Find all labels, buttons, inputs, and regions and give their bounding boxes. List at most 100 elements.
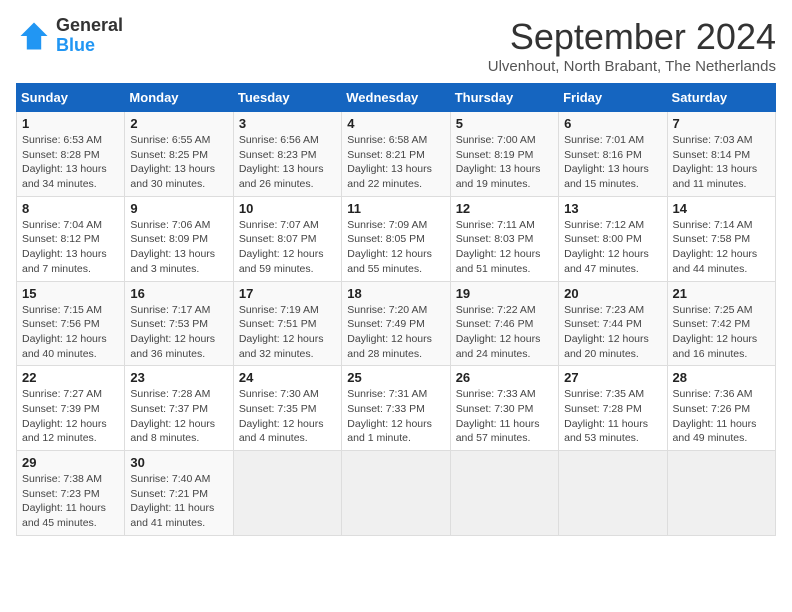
logo-text: General Blue [56, 16, 123, 56]
calendar-day-cell: 8 Sunrise: 7:04 AM Sunset: 8:12 PM Daylig… [17, 196, 125, 281]
calendar-day-cell: 13 Sunrise: 7:12 AM Sunset: 8:00 PM Dayli… [559, 196, 667, 281]
calendar-week-row: 8 Sunrise: 7:04 AM Sunset: 8:12 PM Daylig… [17, 196, 776, 281]
day-number: 27 [564, 370, 661, 385]
calendar-day-cell [667, 451, 775, 536]
calendar-day-cell: 28Sunrise: 7:36 AM Sunset: 7:26 PM Dayli… [667, 366, 775, 451]
day-number: 22 [22, 370, 119, 385]
calendar-day-cell: 9Sunrise: 7:06 AM Sunset: 8:09 PM Daylig… [125, 196, 233, 281]
day-number: 29 [22, 455, 119, 470]
calendar-day-cell: 12 Sunrise: 7:11 AM Sunset: 8:03 PM Dayli… [450, 196, 558, 281]
day-number: 14 [673, 201, 770, 216]
calendar-day-cell: 29 Sunrise: 7:38 AM Sunset: 7:23 PM Dayli… [17, 451, 125, 536]
day-number: 4 [347, 116, 444, 131]
day-info: Sunrise: 7:40 AM Sunset: 7:21 PM Dayligh… [130, 472, 227, 531]
day-info: Sunrise: 7:30 AM Sunset: 7:35 PM Dayligh… [239, 387, 336, 446]
day-of-week-header: Monday [125, 84, 233, 112]
day-number: 17 [239, 286, 336, 301]
day-info: Sunrise: 7:27 AM Sunset: 7:39 PM Dayligh… [22, 387, 119, 446]
calendar-day-cell: 14Sunrise: 7:14 AM Sunset: 7:58 PM Dayli… [667, 196, 775, 281]
calendar-day-cell: 27 Sunrise: 7:35 AM Sunset: 7:28 PM Dayli… [559, 366, 667, 451]
calendar-day-cell: 18 Sunrise: 7:20 AM Sunset: 7:49 PM Dayli… [342, 281, 450, 366]
day-info: Sunrise: 7:31 AM Sunset: 7:33 PM Dayligh… [347, 387, 444, 446]
logo-general-text: General [56, 16, 123, 36]
day-of-week-header: Sunday [17, 84, 125, 112]
calendar-day-cell: 21 Sunrise: 7:25 AM Sunset: 7:42 PM Dayli… [667, 281, 775, 366]
day-number: 16 [130, 286, 227, 301]
calendar-day-cell: 1 Sunrise: 6:53 AM Sunset: 8:28 PM Daylig… [17, 112, 125, 197]
calendar-day-cell: 17Sunrise: 7:19 AM Sunset: 7:51 PM Dayli… [233, 281, 341, 366]
day-of-week-header: Wednesday [342, 84, 450, 112]
day-number: 12 [456, 201, 553, 216]
calendar-week-row: 29 Sunrise: 7:38 AM Sunset: 7:23 PM Dayli… [17, 451, 776, 536]
page-header: General Blue September 2024 Ulvenhout, N… [16, 16, 776, 75]
calendar-day-cell [233, 451, 341, 536]
calendar-day-cell: 25 Sunrise: 7:31 AM Sunset: 7:33 PM Dayli… [342, 366, 450, 451]
day-number: 10 [239, 201, 336, 216]
calendar-day-cell: 23Sunrise: 7:28 AM Sunset: 7:37 PM Dayli… [125, 366, 233, 451]
day-number: 6 [564, 116, 661, 131]
title-block: September 2024 Ulvenhout, North Brabant,… [488, 16, 776, 75]
calendar-day-cell: 30 Sunrise: 7:40 AM Sunset: 7:21 PM Dayli… [125, 451, 233, 536]
day-number: 18 [347, 286, 444, 301]
day-of-week-header: Friday [559, 84, 667, 112]
day-of-week-header: Thursday [450, 84, 558, 112]
day-number: 13 [564, 201, 661, 216]
logo: General Blue [16, 16, 123, 56]
day-number: 30 [130, 455, 227, 470]
day-info: Sunrise: 7:22 AM Sunset: 7:46 PM Dayligh… [456, 303, 553, 362]
day-info: Sunrise: 6:53 AM Sunset: 8:28 PM Dayligh… [22, 133, 119, 192]
calendar-day-cell: 16 Sunrise: 7:17 AM Sunset: 7:53 PM Dayli… [125, 281, 233, 366]
day-info: Sunrise: 7:12 AM Sunset: 8:00 PM Dayligh… [564, 218, 661, 277]
calendar-day-cell: 6 Sunrise: 7:01 AM Sunset: 8:16 PM Daylig… [559, 112, 667, 197]
day-info: Sunrise: 7:38 AM Sunset: 7:23 PM Dayligh… [22, 472, 119, 531]
day-of-week-header: Tuesday [233, 84, 341, 112]
day-number: 24 [239, 370, 336, 385]
calendar-day-cell: 7 Sunrise: 7:03 AM Sunset: 8:14 PM Daylig… [667, 112, 775, 197]
day-info: Sunrise: 7:33 AM Sunset: 7:30 PM Dayligh… [456, 387, 553, 446]
day-number: 11 [347, 201, 444, 216]
day-info: Sunrise: 6:55 AM Sunset: 8:25 PM Dayligh… [130, 133, 227, 192]
calendar-day-cell: 5 Sunrise: 7:00 AM Sunset: 8:19 PM Daylig… [450, 112, 558, 197]
calendar-day-cell: 11 Sunrise: 7:09 AM Sunset: 8:05 PM Dayli… [342, 196, 450, 281]
day-of-week-header: Saturday [667, 84, 775, 112]
day-info: Sunrise: 7:07 AM Sunset: 8:07 PM Dayligh… [239, 218, 336, 277]
calendar-week-row: 22 Sunrise: 7:27 AM Sunset: 7:39 PM Dayli… [17, 366, 776, 451]
calendar-day-cell: 20 Sunrise: 7:23 AM Sunset: 7:44 PM Dayli… [559, 281, 667, 366]
day-info: Sunrise: 7:17 AM Sunset: 7:53 PM Dayligh… [130, 303, 227, 362]
logo-icon [16, 18, 52, 54]
calendar-day-cell: 26 Sunrise: 7:33 AM Sunset: 7:30 PM Dayli… [450, 366, 558, 451]
day-info: Sunrise: 7:35 AM Sunset: 7:28 PM Dayligh… [564, 387, 661, 446]
calendar-header-row: SundayMondayTuesdayWednesdayThursdayFrid… [17, 84, 776, 112]
calendar-week-row: 15Sunrise: 7:15 AM Sunset: 7:56 PM Dayli… [17, 281, 776, 366]
month-title: September 2024 [488, 16, 776, 58]
day-number: 20 [564, 286, 661, 301]
calendar-day-cell: 22 Sunrise: 7:27 AM Sunset: 7:39 PM Dayli… [17, 366, 125, 451]
day-number: 5 [456, 116, 553, 131]
calendar-day-cell [450, 451, 558, 536]
calendar-day-cell [559, 451, 667, 536]
calendar-day-cell: 10 Sunrise: 7:07 AM Sunset: 8:07 PM Dayli… [233, 196, 341, 281]
day-number: 3 [239, 116, 336, 131]
day-number: 25 [347, 370, 444, 385]
day-number: 15 [22, 286, 119, 301]
day-info: Sunrise: 7:20 AM Sunset: 7:49 PM Dayligh… [347, 303, 444, 362]
day-info: Sunrise: 7:28 AM Sunset: 7:37 PM Dayligh… [130, 387, 227, 446]
day-info: Sunrise: 7:23 AM Sunset: 7:44 PM Dayligh… [564, 303, 661, 362]
day-info: Sunrise: 6:56 AM Sunset: 8:23 PM Dayligh… [239, 133, 336, 192]
day-number: 8 [22, 201, 119, 216]
day-info: Sunrise: 7:00 AM Sunset: 8:19 PM Dayligh… [456, 133, 553, 192]
day-info: Sunrise: 7:11 AM Sunset: 8:03 PM Dayligh… [456, 218, 553, 277]
calendar-table: SundayMondayTuesdayWednesdayThursdayFrid… [16, 83, 776, 536]
day-info: Sunrise: 7:09 AM Sunset: 8:05 PM Dayligh… [347, 218, 444, 277]
day-number: 21 [673, 286, 770, 301]
day-info: Sunrise: 7:25 AM Sunset: 7:42 PM Dayligh… [673, 303, 770, 362]
day-number: 1 [22, 116, 119, 131]
day-number: 28 [673, 370, 770, 385]
day-info: Sunrise: 7:04 AM Sunset: 8:12 PM Dayligh… [22, 218, 119, 277]
day-info: Sunrise: 7:03 AM Sunset: 8:14 PM Dayligh… [673, 133, 770, 192]
day-number: 26 [456, 370, 553, 385]
day-number: 7 [673, 116, 770, 131]
calendar-day-cell: 19Sunrise: 7:22 AM Sunset: 7:46 PM Dayli… [450, 281, 558, 366]
calendar-day-cell: 2Sunrise: 6:55 AM Sunset: 8:25 PM Daylig… [125, 112, 233, 197]
day-info: Sunrise: 7:01 AM Sunset: 8:16 PM Dayligh… [564, 133, 661, 192]
